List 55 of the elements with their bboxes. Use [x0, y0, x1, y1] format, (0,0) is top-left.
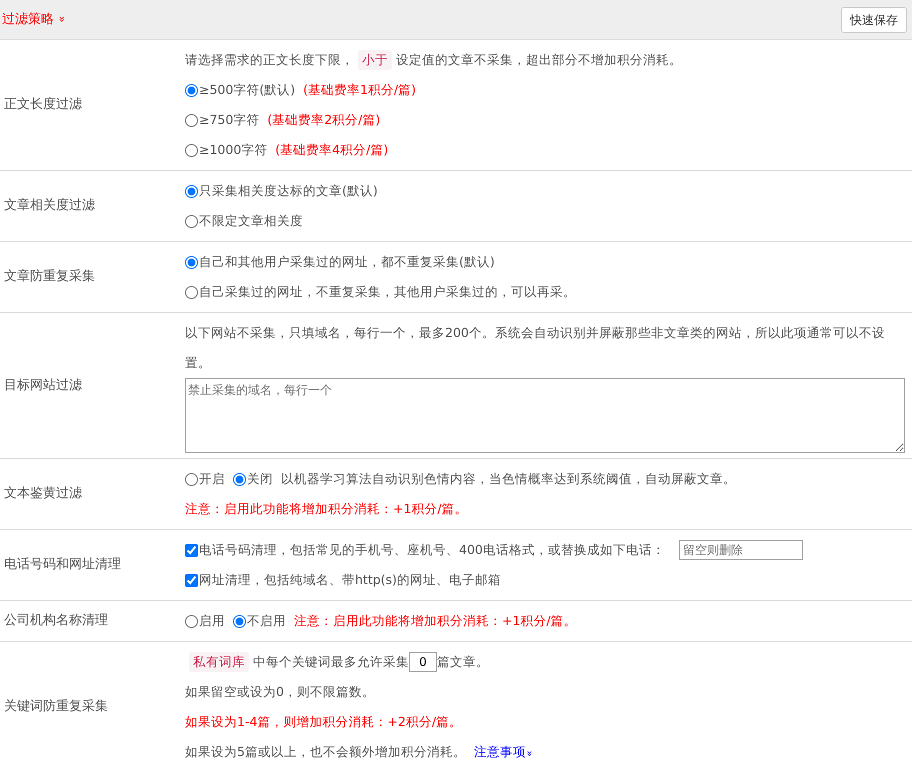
radio-button[interactable] — [233, 472, 246, 486]
warning-text: 如果设为1-4篇，则增加积分消耗：+2积分/篇。 — [185, 712, 462, 731]
option-label: ≥1000字符 — [199, 140, 268, 159]
checkbox[interactable] — [185, 544, 198, 556]
description-text: 中每个关键词最多允许采集 — [253, 652, 409, 671]
description-text: 以机器学习算法自动识别色情内容，当色情概率达到系统阈值，自动屏蔽文章。 — [281, 470, 736, 488]
warning-text: (基础费率4积分/篇) — [275, 140, 388, 159]
checkbox[interactable] — [185, 574, 198, 586]
radio-button[interactable] — [185, 614, 198, 628]
setting-label: 文章相关度过滤 — [3, 197, 96, 216]
setting-label: 电话号码和网址清理 — [3, 556, 122, 574]
option-label: ≥750字符 — [199, 110, 260, 129]
warning-text: (基础费率1积分/篇) — [303, 80, 416, 99]
radio-button[interactable] — [185, 256, 198, 268]
option-label: 网址清理，包括纯域名、带http(s)的网址、电子邮箱 — [199, 570, 501, 589]
warning-text: (基础费率2积分/篇) — [267, 110, 380, 129]
description-text: 请选择需求的正文长度下限， — [185, 50, 354, 69]
radio-button[interactable] — [185, 184, 198, 198]
radio-button[interactable] — [185, 214, 198, 228]
option-label: 关闭 — [247, 470, 273, 488]
radio-button[interactable] — [185, 144, 198, 156]
option-label: 启用 — [199, 612, 225, 630]
setting-label: 正文长度过滤 — [3, 96, 83, 114]
highlight-tag: 私有词库 — [189, 652, 249, 672]
option-label: 自己采集过的网址，不重复采集，其他用户采集过的，可以再采。 — [199, 282, 576, 301]
description-text: 如果留空或设为0，则不限篇数。 — [185, 682, 375, 701]
option-label: 不限定文章相关度 — [199, 212, 303, 230]
setting-label: 文本鉴黄过滤 — [3, 485, 83, 504]
setting-label: 目标网站过滤 — [3, 376, 83, 395]
radio-button[interactable] — [185, 286, 198, 298]
setting-label: 文章防重复采集 — [3, 268, 96, 286]
count-input-field[interactable]: 0 — [409, 652, 437, 672]
option-label: 只采集相关度达标的文章(默认) — [199, 182, 378, 200]
radio-button[interactable] — [185, 114, 198, 126]
option-label: ≥500字符(默认) — [199, 80, 296, 99]
radio-button[interactable] — [185, 84, 198, 96]
highlight-tag: 小于 — [358, 50, 392, 70]
option-label: 自己和其他用户采集过的网址，都不重复采集(默认) — [199, 252, 495, 271]
domain-textarea[interactable]: 禁止采集的域名，每行一个 — [185, 378, 905, 453]
phone-input-field[interactable]: 留空则删除 — [678, 540, 803, 560]
description-text: 设定值的文章不采集，超出部分不增加积分消耗。 — [396, 50, 682, 69]
setting-label: 公司机构名称清理 — [3, 612, 109, 630]
warning-text: 注意：启用此功能将增加积分消耗：+1积分/篇。 — [294, 612, 577, 630]
setting-label: 关键词防重复采集 — [3, 698, 109, 716]
description-text: 篇文章。 — [437, 652, 489, 671]
warning-text: 注意：启用此功能将增加积分消耗：+1积分/篇。 — [185, 500, 468, 518]
radio-button[interactable] — [185, 472, 198, 486]
description-text: 以下网站不采集，只填域名，每行一个，最多200个。系统会自动识别并屏蔽那些非文章类的网站，所以此项通常可以不设置。 — [185, 324, 886, 372]
option-label: 电话号码清理，包括常见的手机号、座机号、400电话格式，或替换成如下电话： — [199, 540, 665, 559]
notes-link[interactable]: 注意事项 » — [474, 742, 532, 762]
radio-button[interactable] — [233, 614, 246, 628]
option-label: 不启用 — [247, 612, 286, 630]
quick-save-button[interactable]: 快速保存 — [841, 6, 907, 32]
option-label: 开启 — [199, 470, 225, 488]
description-text: 如果设为5篇或以上，也不会额外增加积分消耗。 — [185, 742, 466, 761]
